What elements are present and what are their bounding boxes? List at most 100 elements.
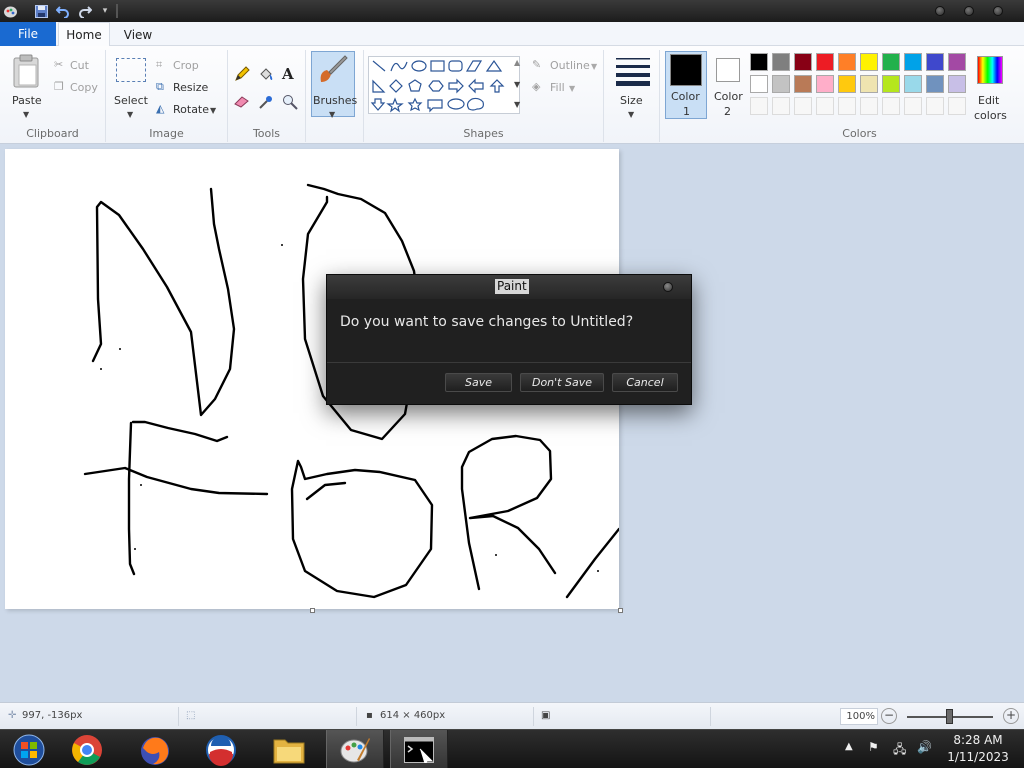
close-button[interactable] [993,6,1003,16]
file-explorer-icon[interactable] [260,730,318,768]
custom-color-slot[interactable] [750,97,768,115]
custom-color-slot[interactable] [772,97,790,115]
zoom-in-button[interactable]: + [1003,708,1019,724]
pencil-icon[interactable] [234,66,250,85]
paste-dropdown-icon[interactable]: ▼ [23,110,29,119]
palette-swatch[interactable] [860,53,878,71]
clock-date[interactable]: 1/11/2023 [942,750,1014,764]
dialog-close-button[interactable] [663,282,673,292]
palette-swatch[interactable] [772,75,790,93]
palette-swatch[interactable] [794,53,812,71]
fill-dropdown-icon[interactable]: ▼ [569,84,575,93]
canvas-resize-handle-corner[interactable] [618,608,623,613]
custom-color-slot[interactable] [838,97,856,115]
volume-icon[interactable]: 🔊 [917,740,932,754]
brush-icon [317,54,349,89]
fill-bucket-icon[interactable] [258,66,274,85]
edit-colors-line2[interactable]: colors [974,109,1007,122]
show-hidden-icons-icon[interactable]: ▲ [845,741,853,752]
eraser-icon[interactable] [234,94,250,111]
edit-colors-icon[interactable] [977,56,1003,84]
chrome-icon[interactable] [58,730,116,768]
shapes-expand-icon[interactable]: ▼ [514,100,520,109]
outline-button[interactable]: Outline [550,59,590,72]
save-icon[interactable] [33,3,49,19]
edit-colors-line1[interactable]: Edit [978,94,999,107]
custom-color-slot[interactable] [904,97,922,115]
size-dropdown-icon[interactable]: ▼ [628,110,634,119]
undo-icon[interactable] [55,3,71,19]
text-tool-icon[interactable]: A [282,65,294,83]
tab-home[interactable]: Home [58,22,110,47]
zoom-slider-thumb[interactable] [946,709,953,724]
tab-view[interactable]: View [114,22,162,47]
firefox-icon[interactable] [126,730,184,768]
fill-button[interactable]: Fill [550,81,565,94]
custom-color-slot[interactable] [882,97,900,115]
palette-swatch[interactable] [860,75,878,93]
palette-swatch[interactable] [948,53,966,71]
custom-color-slot[interactable] [794,97,812,115]
minimize-button[interactable] [935,6,945,16]
tab-file[interactable]: File [0,22,56,46]
palette-swatch[interactable] [926,53,944,71]
paste-icon[interactable] [12,54,40,91]
rotate-button[interactable]: Rotate [173,103,209,116]
action-center-flag-icon[interactable]: ⚑ [868,740,879,754]
color2-label-line1[interactable]: Color [714,90,743,103]
zoom-level[interactable]: 100% [840,708,878,725]
palette-swatch[interactable] [816,53,834,71]
rotate-dropdown-icon[interactable]: ▼ [210,106,216,115]
palette-swatch[interactable] [750,75,768,93]
paste-label[interactable]: Paste [12,94,42,107]
color-picker-icon[interactable] [258,94,274,113]
start-orb-icon[interactable] [0,730,58,768]
magnifier-icon[interactable] [282,94,298,113]
obama-logo-icon[interactable] [192,730,250,768]
customize-quick-access-icon[interactable]: ▾ [97,3,113,19]
resize-button[interactable]: Resize [173,81,208,94]
shapes-scroll-up-icon[interactable]: ▲ [514,58,520,67]
network-icon[interactable]: 🖧 [893,740,906,761]
palette-swatch[interactable] [882,75,900,93]
redo-icon[interactable] [77,3,93,19]
palette-swatch[interactable] [882,53,900,71]
brushes-dropdown-icon[interactable]: ▼ [329,110,335,119]
clock-time[interactable]: 8:28 AM [942,733,1014,747]
maximize-button[interactable] [964,6,974,16]
custom-color-slot[interactable] [860,97,878,115]
palette-swatch[interactable] [904,75,922,93]
shapes-gallery[interactable] [368,56,520,114]
cursor-position: 997, -136px [22,710,83,721]
color2-swatch[interactable] [716,58,740,82]
size-group[interactable]: Size ▼ [604,50,660,142]
command-prompt-icon[interactable] [390,730,448,768]
select-icon[interactable] [116,58,146,82]
palette-swatch[interactable] [794,75,812,93]
palette-swatch[interactable] [772,53,790,71]
custom-color-slot[interactable] [948,97,966,115]
palette-swatch[interactable] [904,53,922,71]
select-label[interactable]: Select [114,94,148,107]
paint-icon[interactable] [326,730,384,768]
zoom-out-button[interactable]: − [881,708,897,724]
palette-swatch[interactable] [948,75,966,93]
canvas-resize-handle-bottom[interactable] [310,608,315,613]
palette-swatch[interactable] [926,75,944,93]
palette-swatch[interactable] [750,53,768,71]
custom-color-slot[interactable] [926,97,944,115]
save-button[interactable]: Save [445,373,512,392]
cut-button[interactable]: Cut [70,59,89,72]
copy-button[interactable]: Copy [70,81,98,94]
crop-button[interactable]: Crop [173,59,199,72]
palette-swatch[interactable] [816,75,834,93]
custom-color-slot[interactable] [816,97,834,115]
shapes-scroll-down-icon[interactable]: ▼ [514,80,520,89]
palette-swatch[interactable] [838,75,856,93]
outline-dropdown-icon[interactable]: ▼ [591,62,597,71]
dont-save-button[interactable]: Don't Save [520,373,604,392]
paint-app-icon[interactable] [2,3,18,19]
palette-swatch[interactable] [838,53,856,71]
select-dropdown-icon[interactable]: ▼ [127,110,133,119]
cancel-button[interactable]: Cancel [612,373,678,392]
